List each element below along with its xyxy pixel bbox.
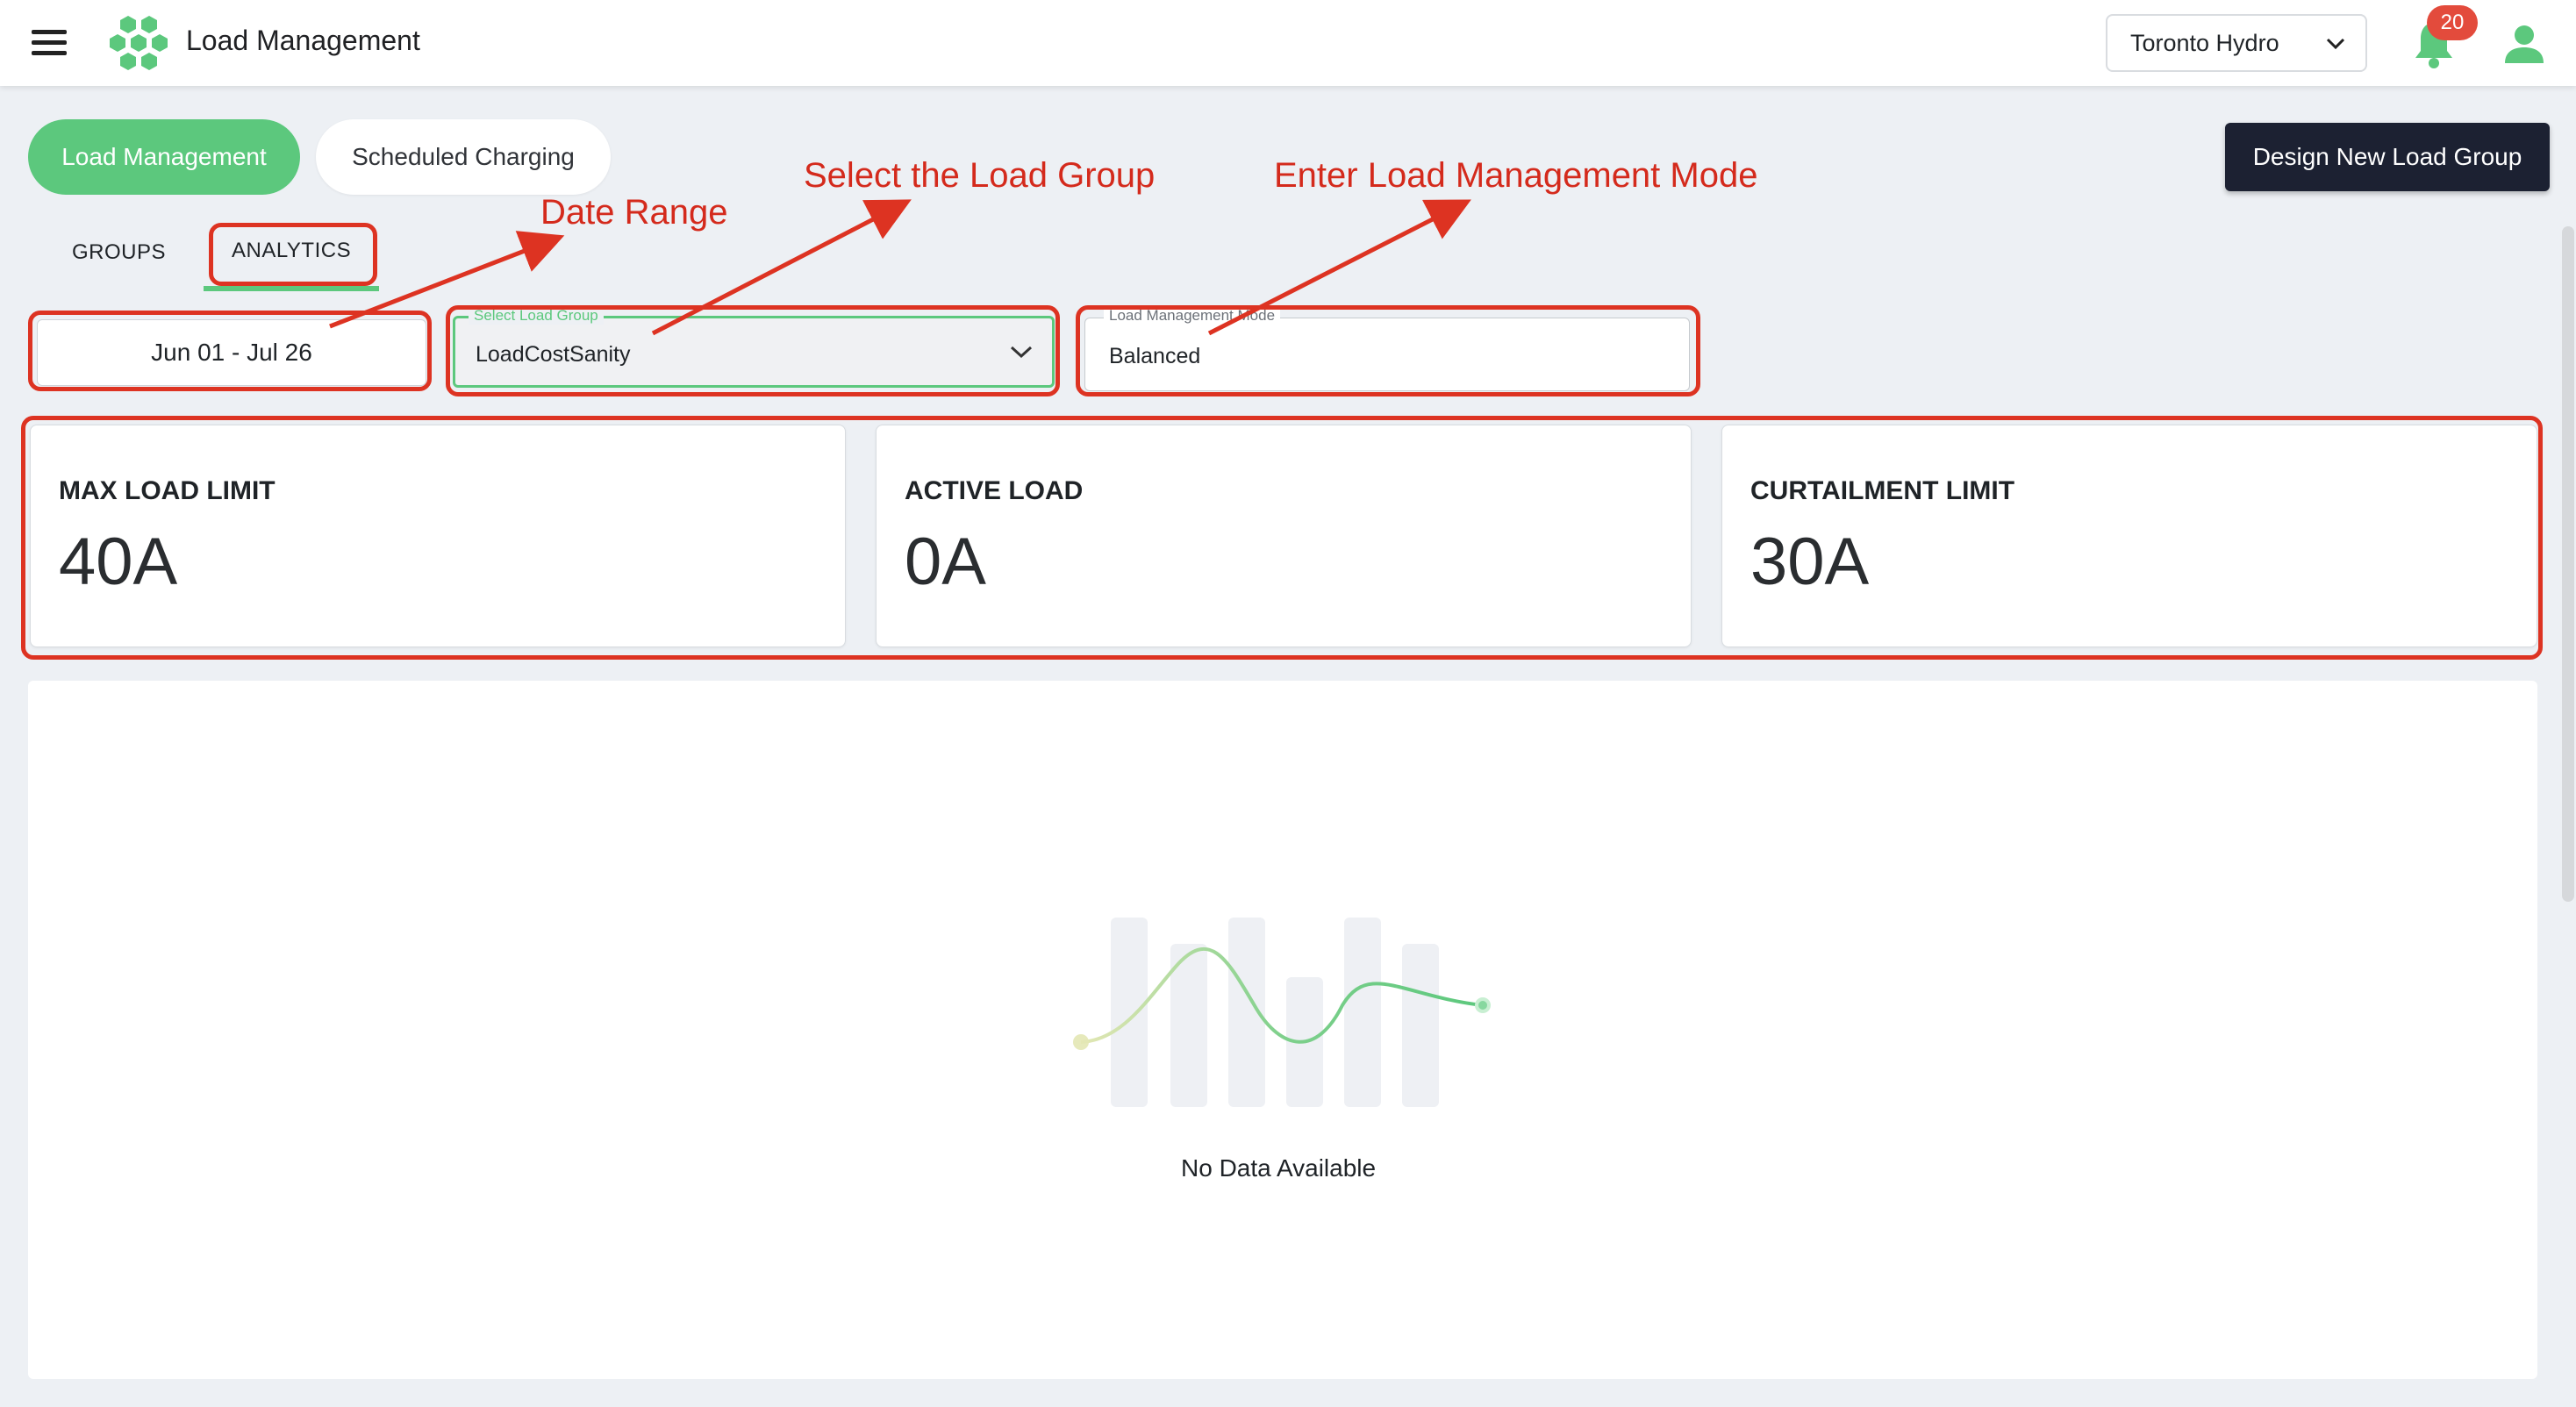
annotation-date-range: Date Range	[540, 193, 728, 232]
annotation-box-date-range	[28, 311, 432, 391]
tab-scheduled-charging[interactable]: Scheduled Charging	[316, 119, 611, 195]
organization-select-value: Toronto Hydro	[2130, 30, 2279, 56]
active-tab-indicator	[204, 286, 379, 291]
tab-groups[interactable]: GROUPS	[72, 240, 166, 265]
scrollbar[interactable]	[2562, 226, 2574, 902]
organization-select[interactable]: Toronto Hydro	[2106, 14, 2367, 72]
app-title: Load Management	[186, 25, 420, 56]
annotation-box-load-group	[446, 305, 1060, 396]
no-data-message: No Data Available	[1181, 1154, 1377, 1182]
user-icon[interactable]	[2502, 25, 2546, 63]
annotation-mode: Enter Load Management Mode	[1274, 156, 1758, 195]
annotation-box-mode	[1076, 305, 1700, 396]
annotation-select-group: Select the Load Group	[804, 156, 1156, 195]
annotation-box-analytics	[209, 223, 377, 286]
design-new-load-group-button[interactable]: Design New Load Group	[2225, 123, 2550, 191]
notification-badge: 20	[2427, 5, 2478, 40]
annotation-box-stats	[21, 416, 2543, 660]
chevron-down-icon	[2326, 38, 2345, 50]
logo-icon	[110, 16, 168, 70]
menu-icon[interactable]	[32, 30, 67, 56]
empty-chart-icon	[1073, 918, 1491, 1107]
tab-load-management[interactable]: Load Management	[28, 119, 300, 195]
